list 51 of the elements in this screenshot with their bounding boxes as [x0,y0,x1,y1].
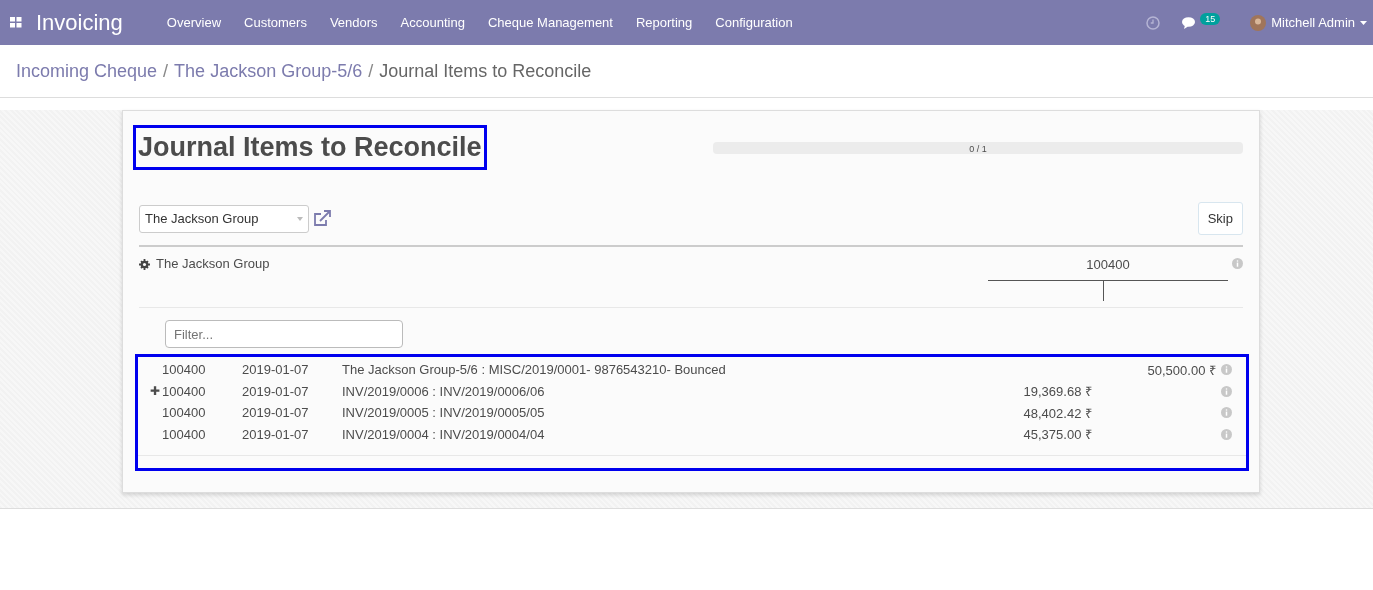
label-cell-text: INV/2019/0004 : INV/2019/0004/04 [342,426,546,442]
info-icon[interactable] [1221,428,1232,440]
external-link-icon[interactable] [313,210,331,227]
breadcrumb-separator: / [368,60,374,82]
date-cell-text: 2019-01-07 [242,362,310,378]
avatar-icon[interactable] [1250,14,1267,31]
nav-menu-item[interactable]: Customers [244,15,307,30]
info-icon[interactable] [1221,385,1232,397]
breadcrumb-current: Journal Items to Reconcile [379,60,592,82]
skip-button[interactable]: Skip [1197,202,1243,235]
progress-reading: 0 / 1 [969,143,987,154]
label-cell-text: INV/2019/0005 : INV/2019/0005/05 [342,405,546,421]
nav-menu-item[interactable]: Configuration [715,15,793,30]
nav-menu-item[interactable]: Reporting [635,15,693,30]
partner-select[interactable]: The Jackson Group [139,204,309,233]
account-code: 100400 [988,253,1228,281]
breadcrumb-separator: / [163,60,169,82]
date-cell-text: 2019-01-07 [242,405,310,421]
date-cell-text: 2019-01-07 [242,383,310,399]
debit-cell: 48,402.42 ₹ [1023,405,1092,421]
label-cell-text: The Jackson Group-5/6 : MISC/2019/0001- 9876543210- Bounced [342,362,727,378]
nav-menu-item[interactable]: Cheque Management [487,15,613,30]
breadcrumb-link[interactable]: Incoming Cheque [16,60,158,82]
account-cell-text: 100400 [162,362,207,378]
account-cell-text: 100400 [162,426,207,442]
apps-menu-icon[interactable] [10,17,22,28]
info-icon[interactable] [1232,258,1243,269]
nav-menu-item[interactable]: Overview [166,15,222,30]
caret-icon [1360,20,1367,25]
debit-cell: 45,375.00 ₹ [1023,427,1092,443]
breadcrumb-link[interactable]: The Jackson Group-5/6 [174,60,363,82]
plus-icon[interactable]: ✚ [150,384,160,399]
message-count-badge: 15 [1200,12,1221,25]
filter-field[interactable]: Filter... [165,320,403,348]
gear-icon[interactable] [139,259,150,270]
label-cell-text: INV/2019/0006 : INV/2019/0006/06 [342,383,546,399]
account-cell-text: 100400 [162,383,207,399]
credit-cell: 50,500.00 ₹ [1147,362,1216,378]
info-icon[interactable] [1221,407,1232,419]
user-menu[interactable]: Mitchell Admin [1271,15,1355,30]
nav-menu-item[interactable]: Vendors [329,15,378,30]
clock-icon[interactable] [1146,15,1161,30]
account-cell-text: 100400 [162,405,207,421]
dropdown-caret-icon [297,216,303,221]
page-title: Journal Items to Reconcile [133,125,487,170]
app-title: Invoicing [36,9,123,36]
info-icon[interactable] [1221,364,1232,376]
debit-cell: 19,369.68 ₹ [1023,384,1092,400]
date-cell-text: 2019-01-07 [242,426,310,442]
nav-menu-item[interactable]: Accounting [400,15,465,30]
partner-name: The Jackson Group [156,255,270,271]
